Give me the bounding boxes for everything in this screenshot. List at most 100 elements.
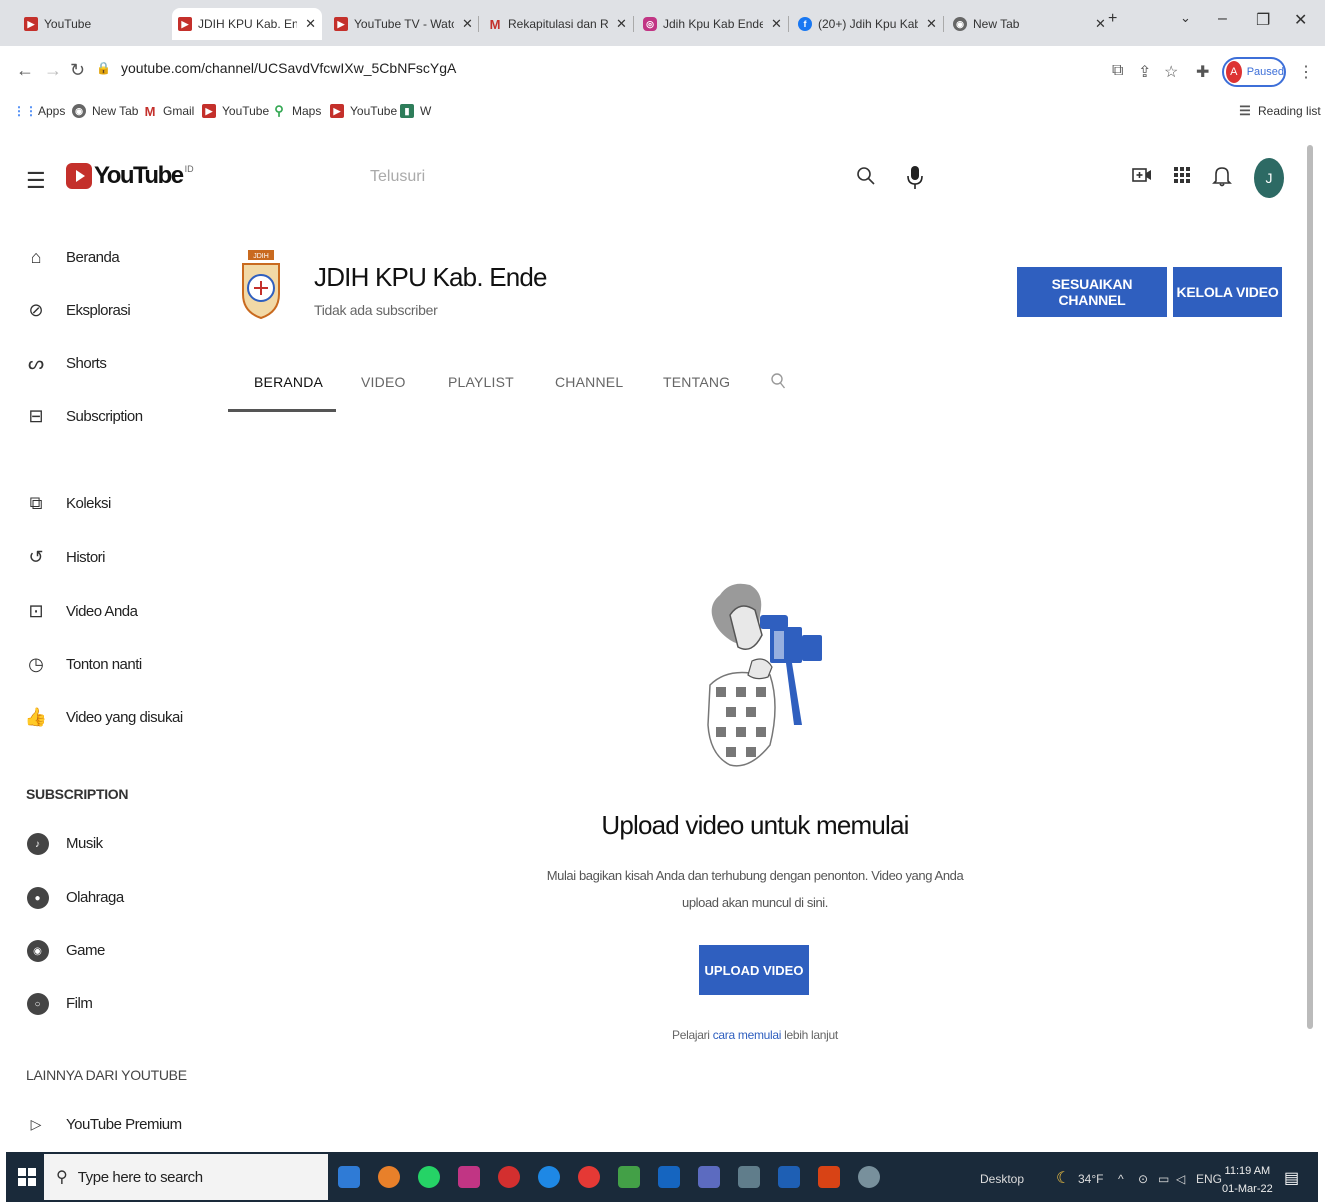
forward-icon[interactable]: → [44,60,62,81]
address-bar[interactable]: 🔒 youtube.com/channel/UCSavdVfcwIXw_5CbN… [96,60,456,76]
guide-item-shorts[interactable]: ᔕ Shorts [22,348,107,378]
close-icon[interactable]: ✕ [771,16,782,32]
tab-channel[interactable]: CHANNEL [555,374,623,390]
tab-playlist[interactable]: PLAYLIST [448,374,514,390]
tab-search-icon[interactable]: ⌄ [1180,10,1191,26]
settings-icon[interactable] [738,1166,760,1188]
browser-tab-active[interactable]: ▶ JDIH KPU Kab. Ende - ✕ [172,8,322,40]
taskbar-search-box[interactable]: ⚲ Type here to search [44,1154,328,1200]
tab-video[interactable]: VIDEO [361,374,406,390]
extensions-icon[interactable]: ✚ [1196,62,1209,82]
language-indicator[interactable]: ENG [1196,1172,1222,1186]
new-tab-button[interactable]: + [1108,10,1117,28]
close-icon[interactable]: ✕ [305,16,316,32]
bookmark-youtube[interactable]: ▶ YouTube [330,104,397,118]
browser-tab[interactable]: f (20+) Jdih Kpu Kab En ✕ [792,8,943,40]
customize-channel-button[interactable]: SESUAIKAN CHANNEL [1017,267,1167,317]
volume-icon[interactable]: ◁ [1176,1172,1185,1186]
taskbar-app-icon[interactable] [858,1166,880,1188]
bookmark-new-tab[interactable]: ◉ New Tab [72,104,138,118]
maximize-icon[interactable]: ❐ [1256,10,1270,30]
search-icon[interactable] [856,166,876,192]
taskbar-app-icon[interactable] [338,1166,360,1188]
bookmark-apps[interactable]: ⋮⋮ Apps [13,104,66,118]
browser-tab[interactable]: ◎ Jdih Kpu Kab Ende (@ ✕ [637,8,788,40]
guide-item-olahraga[interactable]: ● Olahraga [22,882,124,912]
apps-icon[interactable] [1172,165,1192,191]
guide-item-beranda[interactable]: ⌂ Beranda [22,242,120,272]
notifications-bell-icon[interactable] [1212,165,1232,193]
opera-icon[interactable] [498,1166,520,1188]
upload-video-button[interactable]: UPLOAD VIDEO [699,945,809,995]
taskbar-clock[interactable]: 11:19 AM 01-Mar-22 [1222,1162,1273,1198]
reload-icon[interactable]: ↻ [70,60,85,81]
whatsapp-icon[interactable] [418,1166,440,1188]
guide-item-label: Musik [66,834,103,852]
taskbar-app-icon[interactable] [698,1166,720,1188]
taskbar-app-icon[interactable] [818,1166,840,1188]
guide-item-tonton-nanti[interactable]: ◷ Tonton nanti [22,649,142,679]
search-input[interactable] [370,162,840,192]
bookmark-label: Apps [38,104,66,118]
page-scrollbar[interactable] [1307,145,1313,1029]
chevron-up-icon[interactable]: ^ [1118,1172,1124,1186]
reading-list-button[interactable]: ☰ Reading list [1238,103,1321,118]
guide-item-youtube-premium[interactable]: ▷ YouTube Premium [22,1109,183,1139]
zoom-icon[interactable] [658,1166,680,1188]
tab-beranda[interactable]: BERANDA [254,374,323,390]
bookmark-maps[interactable]: ⚲ Maps [272,103,321,118]
browser-tab[interactable]: ▶ YouTube TV - Watch & ✕ [328,8,479,40]
description-line: upload akan muncul di sini. [681,895,829,910]
browser-tab[interactable]: ◉ New Tab ✕ [947,8,1112,40]
guide-item-game[interactable]: ◉ Game [22,935,105,965]
taskbar-app-icon[interactable] [618,1166,640,1188]
firefox-icon[interactable] [378,1166,400,1188]
guide-item-video-anda[interactable]: ⊡ Video Anda [22,596,138,626]
guide-item-koleksi[interactable]: ⧉ Koleksi [22,488,112,518]
account-avatar[interactable]: J [1254,158,1284,198]
chrome-icon[interactable] [578,1166,600,1188]
tab-tentang[interactable]: TENTANG [663,374,730,390]
guide-item-film[interactable]: ○ Film [22,988,93,1018]
word-icon[interactable] [778,1166,800,1188]
guide-item-label: Histori [66,548,106,566]
youtube-logo[interactable]: YouTube ID [66,162,194,190]
desktop-toolbar-label[interactable]: Desktop [980,1172,1024,1186]
bookmark-star-icon[interactable]: ☆ [1164,62,1178,82]
guide-item-video-disukai[interactable]: 👍 Video yang disukai [22,702,183,732]
close-icon[interactable]: ✕ [926,16,937,32]
guide-item-eksplorasi[interactable]: ⊘ Eksplorasi [22,295,130,325]
install-icon[interactable]: ⧉ [1112,62,1123,80]
tray-icon[interactable]: ⊙ [1138,1172,1148,1186]
back-icon[interactable]: ← [16,60,34,81]
bookmark-w[interactable]: ▮ W [400,104,431,118]
channel-search-icon[interactable] [770,372,786,395]
taskbar-app-icon[interactable] [458,1166,480,1188]
close-icon[interactable]: ✕ [616,16,627,32]
notification-center-icon[interactable]: ▤ [1284,1168,1299,1188]
bookmark-youtube[interactable]: ▶ YouTube [202,104,269,118]
edge-icon[interactable] [538,1166,560,1188]
close-icon[interactable]: ✕ [462,16,473,32]
create-video-icon[interactable] [1132,165,1152,191]
more-menu-icon[interactable]: ⋮ [1298,62,1314,82]
network-icon[interactable]: ▭ [1158,1172,1169,1186]
window-close-icon[interactable]: ✕ [1294,10,1307,30]
bookmark-gmail[interactable]: M Gmail [143,104,195,119]
guide-item-musik[interactable]: ♪ Musik [22,828,103,858]
share-icon[interactable]: ⇪ [1138,62,1151,82]
profile-paused-button[interactable]: A Paused [1222,57,1286,87]
learn-more-link[interactable]: cara memulai [713,1028,782,1042]
manage-videos-button[interactable]: KELOLA VIDEO [1173,267,1282,317]
minimize-icon[interactable]: – [1218,10,1227,28]
guide-item-histori[interactable]: ↺ Histori [22,542,105,572]
weather-temperature[interactable]: 34°F [1078,1172,1103,1186]
microphone-icon[interactable] [906,164,924,195]
bookmark-label: W [420,104,432,118]
guide-item-subscription[interactable]: ⊟ Subscription [22,401,143,431]
windows-start-icon[interactable] [18,1168,36,1191]
close-icon[interactable]: ✕ [1095,16,1106,32]
guide-menu-icon[interactable]: ☰ [26,168,46,194]
browser-tab[interactable]: M Rekapitulasi dan Reka ✕ [482,8,633,40]
browser-tab[interactable]: ▶ YouTube ✕ [18,8,191,40]
